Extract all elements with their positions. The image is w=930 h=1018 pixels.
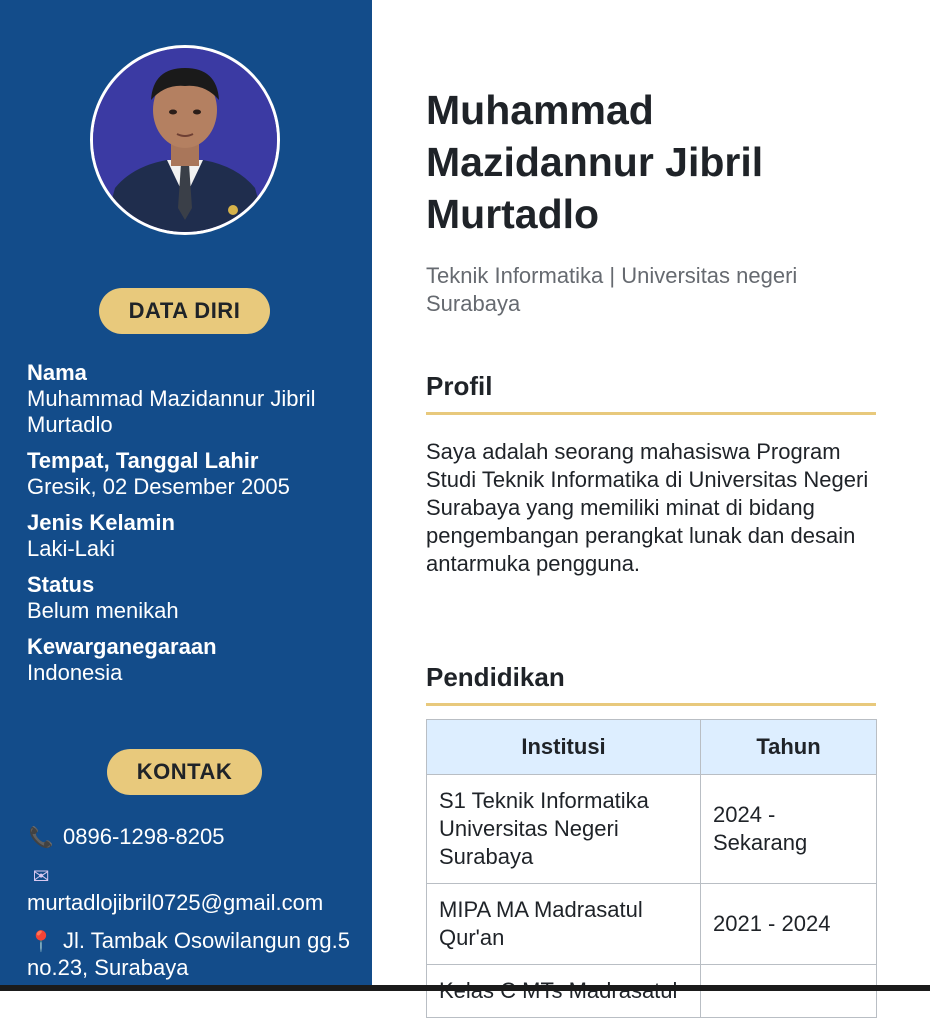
bio-value: Gresik, 02 Desember 2005	[27, 474, 290, 499]
profil-section-title: Profil	[426, 371, 876, 415]
phone-icon: 📞	[28, 827, 54, 849]
profil-text: Saya adalah seorang mahasiswa Program St…	[426, 439, 869, 576]
bio-value: Muhammad Mazidannur Jibril Murtadlo	[27, 386, 316, 437]
tahun-cell: 2021 - 2024	[700, 883, 877, 965]
contact-phone: 📞 0896-1298-8205	[27, 824, 357, 851]
contact-email: ✉ murtadlojibril0725@gmail.com	[27, 863, 357, 916]
column-header-institusi: Institusi	[426, 719, 701, 775]
kontak-heading: KONTAK	[107, 749, 262, 795]
tahun-cell	[700, 964, 877, 1018]
pendidikan-section-title: Pendidikan	[426, 662, 876, 706]
bio-label: Jenis Kelamin	[27, 510, 175, 535]
bio-label: Nama	[27, 360, 87, 385]
table-row: Kelas C MTs Madrasatul	[426, 964, 877, 1018]
full-name-heading: Muhammad Mazidannur Jibril Murtadlo	[426, 87, 764, 237]
bio-value: Indonesia	[27, 660, 123, 685]
phone-number[interactable]: 0896-1298-8205	[63, 824, 224, 849]
bio-label: Status	[27, 572, 95, 597]
mail-icon: ✉	[32, 866, 50, 888]
bio-value: Laki-Laki	[27, 536, 116, 561]
institusi-cell: MIPA MA Madrasatul Qur'an	[426, 883, 701, 965]
window-bottom-edge	[0, 985, 930, 991]
tahun-cell: 2024 - Sekarang	[700, 774, 877, 884]
main-content: Muhammad Mazidannur Jibril Murtadlo Tekn…	[372, 0, 930, 1018]
biodata-list: Nama Muhammad Mazidannur Jibril Murtadlo…	[27, 360, 347, 696]
institusi-cell: S1 Teknik Informatika Universitas Negeri…	[426, 774, 701, 884]
sidebar: DATA DIRI Nama Muhammad Mazidannur Jibri…	[0, 0, 372, 985]
education-table: Institusi Tahun S1 Teknik Informatika Un…	[426, 719, 877, 1018]
column-header-tahun: Tahun	[700, 719, 877, 775]
contact-address: 📍 Jl. Tambak Osowilangun gg.5 no.23, Sura…	[27, 928, 357, 981]
bio-item-status: Status Belum menikah	[27, 572, 347, 624]
bio-label: Tempat, Tanggal Lahir	[27, 448, 259, 473]
table-row: S1 Teknik Informatika Universitas Negeri…	[426, 774, 877, 884]
table-row: MIPA MA Madrasatul Qur'an 2021 - 2024	[426, 883, 877, 965]
data-diri-heading: DATA DIRI	[99, 288, 270, 334]
contact-list: 📞 0896-1298-8205 ✉ murtadlojibril0725@gma…	[27, 824, 357, 985]
bio-item-kewarganegaraan: Kewarganegaraan Indonesia	[27, 634, 347, 686]
subtitle: Teknik Informatika | Universitas negeri …	[426, 263, 798, 316]
bio-label: Kewarganegaraan	[27, 634, 217, 659]
bio-item-nama: Nama Muhammad Mazidannur Jibril Murtadlo	[27, 360, 347, 438]
email-address[interactable]: murtadlojibril0725@gmail.com	[27, 890, 357, 916]
institusi-cell: Kelas C MTs Madrasatul	[426, 964, 701, 1018]
address-text: Jl. Tambak Osowilangun gg.5 no.23, Surab…	[27, 928, 350, 980]
bio-item-ttl: Tempat, Tanggal Lahir Gresik, 02 Desembe…	[27, 448, 347, 500]
location-pin-icon: 📍	[28, 931, 54, 953]
bio-value: Belum menikah	[27, 598, 179, 623]
bio-item-jenis-kelamin: Jenis Kelamin Laki-Laki	[27, 510, 347, 562]
profile-photo	[90, 45, 280, 235]
table-header-row: Institusi Tahun	[426, 719, 877, 775]
